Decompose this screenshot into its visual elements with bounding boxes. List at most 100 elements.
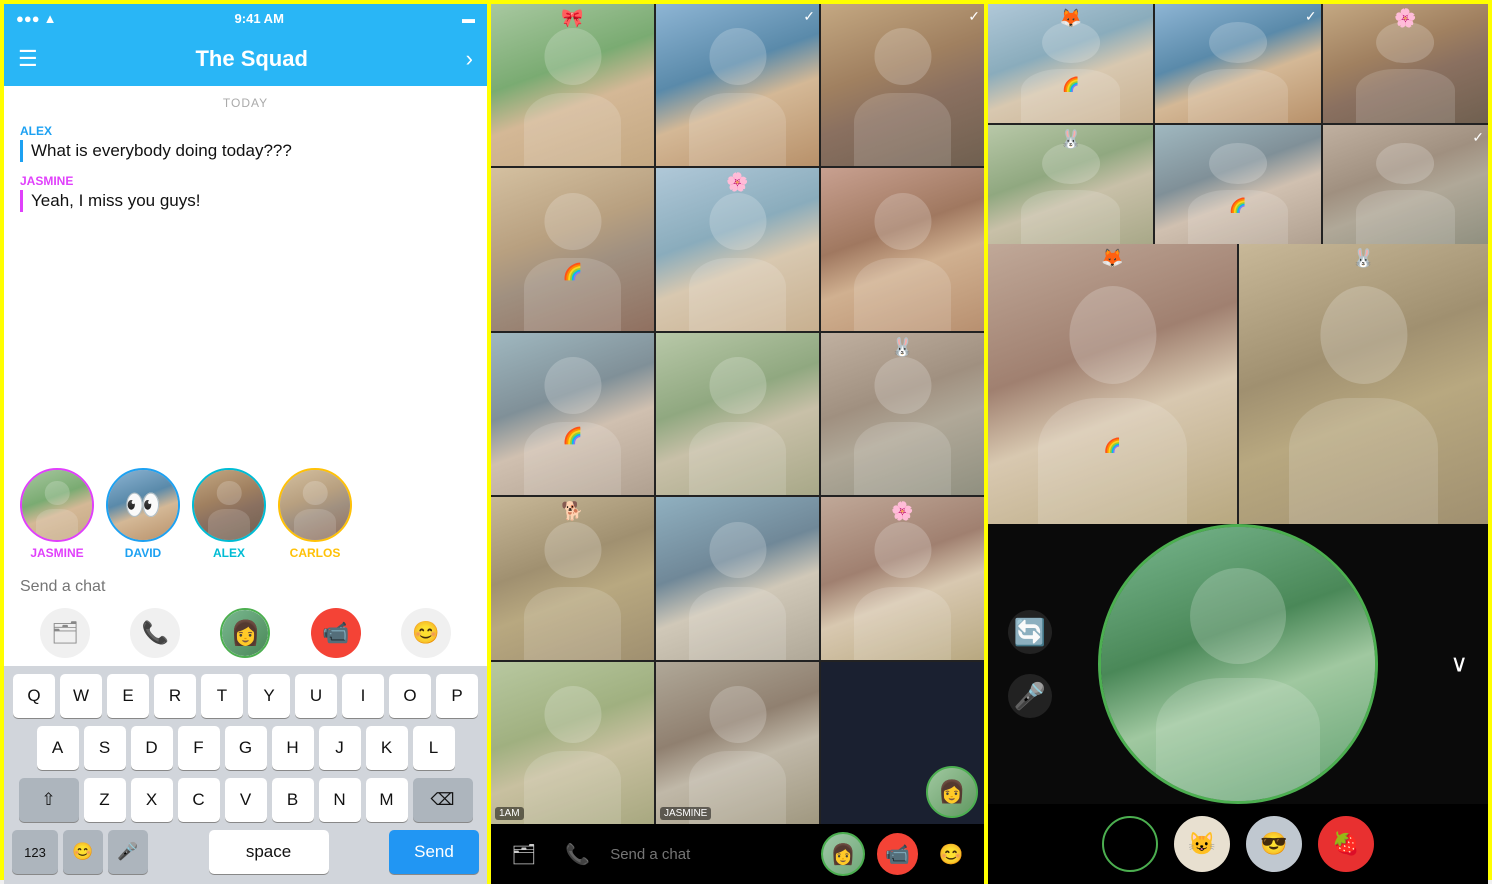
key-v[interactable]: V <box>225 778 267 822</box>
bottom-live-avatar[interactable]: 👩 <box>821 832 865 876</box>
bottom-chat-input[interactable] <box>610 846 809 863</box>
avatar-item-carlos[interactable]: CARLOS <box>278 468 352 560</box>
key-b[interactable]: B <box>272 778 314 822</box>
key-123[interactable]: 123 <box>12 830 58 874</box>
call-cell-1[interactable]: 🦊 🌈 <box>988 4 1153 123</box>
key-n[interactable]: N <box>319 778 361 822</box>
video-cell-2[interactable]: ✓ <box>656 4 819 166</box>
key-space[interactable]: space <box>209 830 329 874</box>
call-red-btn[interactable]: 🍓 <box>1318 816 1374 872</box>
keyboard-row-4: 123 😊 🎤 space Send <box>8 830 483 880</box>
mic-icon: 🎤 <box>1014 681 1046 712</box>
key-s[interactable]: S <box>84 726 126 770</box>
video-cell-12[interactable]: 🌸 <box>821 497 984 659</box>
video-cell-14[interactable]: JASMINE <box>656 662 819 824</box>
msg-text-1: What is everybody doing today??? <box>31 140 471 162</box>
video-cell-4[interactable]: 🌈 <box>491 168 654 330</box>
bottom-sticker-btn[interactable]: 🗂 <box>503 833 545 875</box>
call-cell-6[interactable]: ✓ <box>1323 125 1488 244</box>
key-u[interactable]: U <box>295 674 337 718</box>
video-cell-5[interactable]: 🌸 <box>656 168 819 330</box>
flip-camera-icon: 🔄 <box>1014 617 1046 648</box>
bottom-video-btn[interactable]: 📹 <box>877 833 919 875</box>
video-cell-8[interactable] <box>656 333 819 495</box>
call-cell-4[interactable]: 🐰 <box>988 125 1153 244</box>
emoji-button[interactable]: 😊 <box>401 608 451 658</box>
avatar-item-jasmine[interactable]: JASMINE <box>20 468 94 560</box>
avatar-name-david: DAVID <box>125 546 161 560</box>
avatar-name-carlos: CARLOS <box>290 546 341 560</box>
keyboard-row-2: A S D F G H J K L <box>8 726 483 770</box>
call-top-grid: 🦊 🌈 ✓ 🌸 🐰 🌈 <box>988 4 1488 244</box>
send-chat-input[interactable] <box>20 578 471 596</box>
message-block-1: ALEX What is everybody doing today??? <box>20 124 471 162</box>
video-cell-1[interactable]: 🎀 <box>491 4 654 166</box>
message-block-2: JASMINE Yeah, I miss you guys! <box>20 174 471 212</box>
key-a[interactable]: A <box>37 726 79 770</box>
call-chevron-down-btn[interactable]: ∨ <box>1450 650 1468 679</box>
key-h[interactable]: H <box>272 726 314 770</box>
call-cell-5[interactable]: 🌈 <box>1155 125 1320 244</box>
key-j[interactable]: J <box>319 726 361 770</box>
call-circle-empty-btn[interactable]: ○ <box>1102 816 1158 872</box>
call-main-area: 🌈 🦊 🐰 🔄 🎤 <box>988 244 1488 804</box>
video-cell-6[interactable] <box>821 168 984 330</box>
key-e[interactable]: E <box>107 674 149 718</box>
phone-button[interactable]: 📞 <box>130 608 180 658</box>
call-cell-3[interactable]: 🌸 <box>1323 4 1488 123</box>
filter-dog: 🐕 <box>561 501 583 522</box>
live-avatar-button[interactable]: 👩 <box>220 608 270 658</box>
key-i[interactable]: I <box>342 674 384 718</box>
key-send[interactable]: Send <box>389 830 479 874</box>
key-o[interactable]: O <box>389 674 431 718</box>
call-face-filter-btn[interactable]: 😺 <box>1174 816 1230 872</box>
key-emoji[interactable]: 😊 <box>63 830 103 874</box>
key-p[interactable]: P <box>436 674 478 718</box>
key-backspace[interactable]: ⌫ <box>413 778 473 822</box>
bottom-phone-btn[interactable]: 📞 <box>557 833 599 875</box>
call-cool-filter-btn[interactable]: 😎 <box>1246 816 1302 872</box>
call-featured: 🔄 🎤 ∨ <box>988 524 1488 804</box>
checkmark-3: ✓ <box>968 8 980 25</box>
video-cell-13[interactable]: 1AM <box>491 662 654 824</box>
video-cell-3[interactable]: ✓ <box>821 4 984 166</box>
key-shift[interactable]: ⇧ <box>19 778 79 822</box>
bottom-emoji-btn[interactable]: 😊 <box>930 833 972 875</box>
key-l[interactable]: L <box>413 726 455 770</box>
call-cell-2[interactable]: ✓ <box>1155 4 1320 123</box>
video-cell-7[interactable]: 🌈 <box>491 333 654 495</box>
video-cell-9[interactable]: 🐰 <box>821 333 984 495</box>
key-t[interactable]: T <box>201 674 243 718</box>
keyboard-bottom-left: 123 😊 🎤 <box>12 830 148 874</box>
video-cell-11[interactable] <box>656 497 819 659</box>
forward-icon[interactable]: › <box>466 46 473 72</box>
key-y[interactable]: Y <box>248 674 290 718</box>
key-x[interactable]: X <box>131 778 173 822</box>
avatar-item-david[interactable]: 👀 DAVID <box>106 468 180 560</box>
video-button[interactable]: 📹 <box>311 608 361 658</box>
call-main-cell-2[interactable]: 🐰 <box>1239 244 1488 524</box>
msg-text-2: Yeah, I miss you guys! <box>31 190 471 212</box>
key-f[interactable]: F <box>178 726 220 770</box>
phone-icon: 📞 <box>142 620 169 646</box>
key-w[interactable]: W <box>60 674 102 718</box>
call-flip-camera-btn[interactable]: 🔄 <box>1008 610 1052 654</box>
key-z[interactable]: Z <box>84 778 126 822</box>
key-d[interactable]: D <box>131 726 173 770</box>
menu-icon[interactable]: ☰ <box>18 46 38 72</box>
avatar-item-alex[interactable]: ALEX <box>192 468 266 560</box>
call-main-cell-1[interactable]: 🌈 🦊 <box>988 244 1237 524</box>
key-mic[interactable]: 🎤 <box>108 830 148 874</box>
video-cell-15[interactable]: 👩 <box>821 662 984 824</box>
call-mute-btn[interactable]: 🎤 <box>1008 674 1052 718</box>
key-q[interactable]: Q <box>13 674 55 718</box>
msg-border-jasmine: Yeah, I miss you guys! <box>20 190 471 212</box>
sticker-button[interactable]: 🗂 <box>40 608 90 658</box>
key-k[interactable]: K <box>366 726 408 770</box>
key-g[interactable]: G <box>225 726 267 770</box>
video-cell-10[interactable]: 🐕 <box>491 497 654 659</box>
key-c[interactable]: C <box>178 778 220 822</box>
key-r[interactable]: R <box>154 674 196 718</box>
key-m[interactable]: M <box>366 778 408 822</box>
chevron-down-icon: ∨ <box>1450 651 1468 678</box>
